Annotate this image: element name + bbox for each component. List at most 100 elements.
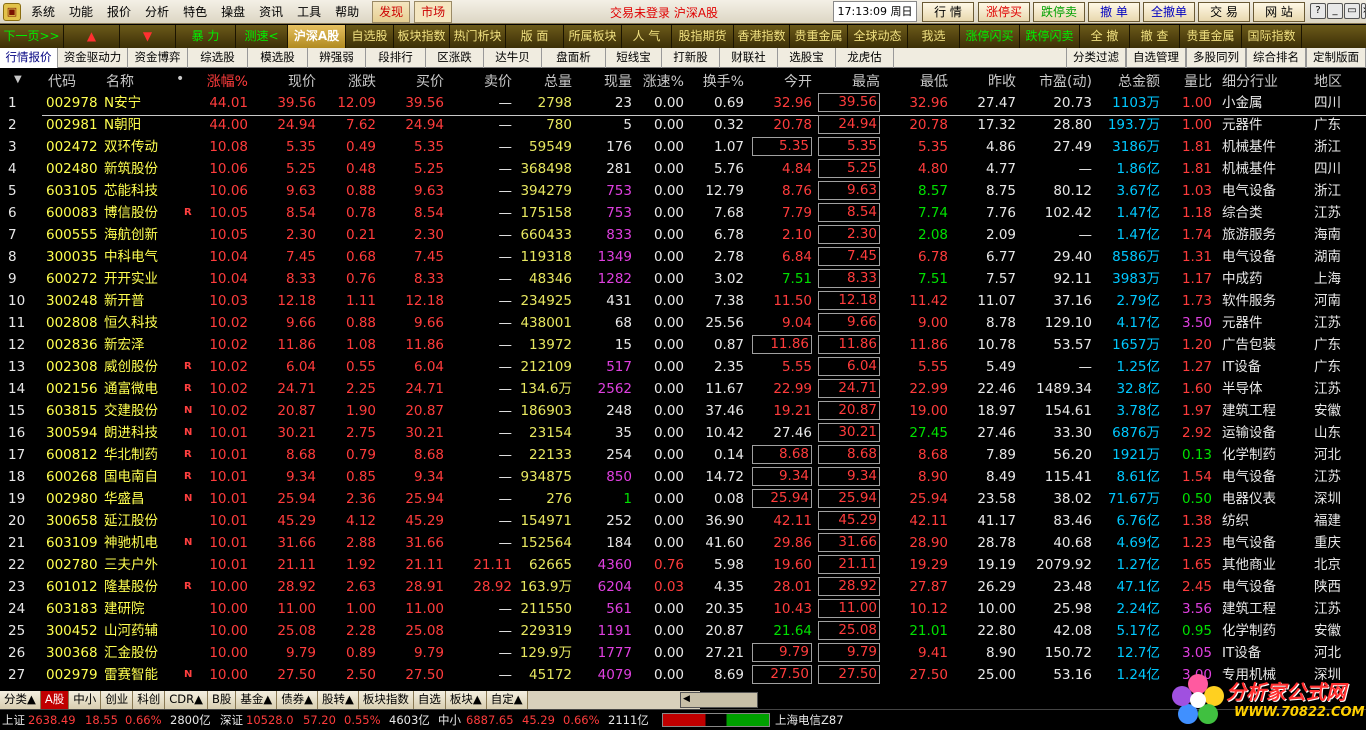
- quickbar-item-18[interactable]: 跌停闪卖: [1020, 25, 1080, 48]
- quickbar-item-7[interactable]: 板块指数: [394, 25, 450, 48]
- table-row[interactable]: 14 002156 通富微电 R 10.02 24.71 2.25 24.71 — 134.6万 2…: [0, 378, 1366, 400]
- column-header-12[interactable]: 今开: [752, 71, 812, 91]
- function-tab-9[interactable]: 盘面析: [542, 48, 606, 68]
- table-row[interactable]: 1 002978 N安宁 44.01 39.56 12.09 39.56 — 2798 23 0.0…: [0, 92, 1366, 116]
- column-header-20[interactable]: 地区: [1314, 71, 1342, 91]
- option-tab-3[interactable]: 综合排名: [1246, 48, 1306, 68]
- table-row[interactable]: 7 600555 海航创新 10.05 2.30 0.21 2.30 — 660433 833 0.…: [0, 224, 1366, 246]
- table-row[interactable]: 19 002980 华盛昌 N 10.01 25.94 2.36 25.94 — 276 1 0.00…: [0, 488, 1366, 510]
- quickbar-item-5[interactable]: 沪深A股: [288, 25, 346, 48]
- column-header-10[interactable]: 涨速%: [636, 71, 684, 91]
- market-tab-7[interactable]: 基金▲: [236, 691, 278, 709]
- quickbar-item-6[interactable]: 自选股: [346, 25, 394, 48]
- column-header-17[interactable]: 总金额: [1096, 71, 1160, 91]
- quickbar-item-20[interactable]: 撤 查: [1130, 25, 1180, 48]
- menu-news[interactable]: 资讯: [252, 1, 290, 23]
- option-tab-2[interactable]: 多股同列: [1186, 48, 1246, 68]
- cancel-all-button[interactable]: 全撤单: [1143, 2, 1195, 22]
- option-tab-1[interactable]: 自选管理: [1126, 48, 1186, 68]
- table-row[interactable]: 17 600812 华北制药 R 10.01 8.68 0.79 8.68 — 22133 254 0…: [0, 444, 1366, 466]
- menu-trading[interactable]: 操盘: [214, 1, 252, 23]
- limit-down-sell-button[interactable]: 跌停卖: [1033, 2, 1085, 22]
- column-header-4[interactable]: 现价: [252, 71, 316, 91]
- market-tab-13[interactable]: 自定▲: [486, 691, 528, 709]
- function-tab-0[interactable]: 行情报价: [0, 48, 58, 68]
- column-header-3[interactable]: 涨幅%: [198, 71, 248, 91]
- market-tab-8[interactable]: 债券▲: [277, 691, 319, 709]
- column-header-16[interactable]: 市盈(动): [1024, 71, 1092, 91]
- help-icon[interactable]: ?: [1310, 3, 1326, 19]
- quickbar-item-12[interactable]: 股指期货: [672, 25, 734, 48]
- close-icon[interactable]: ×: [1361, 3, 1366, 19]
- function-tab-14[interactable]: 龙虎估: [836, 48, 894, 68]
- quote-button[interactable]: 行 情: [922, 2, 974, 22]
- column-header-1[interactable]: 名称: [106, 71, 134, 91]
- market-tab-5[interactable]: CDR▲: [165, 691, 208, 709]
- table-row[interactable]: 24 603183 建研院 10.00 11.00 1.00 11.00 — 211550 561…: [0, 598, 1366, 620]
- table-row[interactable]: 26 300368 汇金股份 10.00 9.79 0.89 9.79 — 129.9万 1777…: [0, 642, 1366, 664]
- menu-analysis[interactable]: 分析: [138, 1, 176, 23]
- table-row[interactable]: 15 603815 交建股份 N 10.02 20.87 1.90 20.87 — 186903 2…: [0, 400, 1366, 422]
- function-tab-2[interactable]: 资金博弈: [128, 48, 188, 68]
- function-tab-6[interactable]: 段排行: [366, 48, 426, 68]
- restore-icon[interactable]: ▭: [1344, 3, 1360, 19]
- function-tab-13[interactable]: 选股宝: [778, 48, 836, 68]
- table-row[interactable]: 6 600083 博信股份 R 10.05 8.54 0.78 8.54 — 175158 753 0…: [0, 202, 1366, 224]
- column-header-5[interactable]: 涨跌: [320, 71, 376, 91]
- quickbar-item-19[interactable]: 全 撤: [1080, 25, 1130, 48]
- column-header-15[interactable]: 昨收: [952, 71, 1016, 91]
- function-tab-1[interactable]: 资金驱动力: [58, 48, 128, 68]
- quickbar-item-21[interactable]: 贵重金属: [1180, 25, 1242, 48]
- table-row[interactable]: 27 002979 雷赛智能 N 10.00 27.50 2.50 27.50 — 45172 40…: [0, 664, 1366, 686]
- option-tab-4[interactable]: 定制版面: [1306, 48, 1366, 68]
- quickbar-item-13[interactable]: 香港指数: [734, 25, 790, 48]
- quickbar-item-17[interactable]: 涨停闪买: [960, 25, 1020, 48]
- table-row[interactable]: 3 002472 双环传动 10.08 5.35 0.49 5.35 — 59549 176 0.0…: [0, 136, 1366, 158]
- option-tab-0[interactable]: 分类过滤: [1066, 48, 1126, 68]
- column-header-2[interactable]: •: [176, 71, 184, 87]
- quickbar-item-9[interactable]: 版 面: [506, 25, 564, 48]
- function-tab-4[interactable]: 模选股: [248, 48, 308, 68]
- quickbar-item-14[interactable]: 贵重金属: [790, 25, 848, 48]
- table-row[interactable]: 22 002780 三夫户外 10.01 21.11 1.92 21.11 21.11 6266…: [0, 554, 1366, 576]
- column-header-6[interactable]: 买价: [384, 71, 444, 91]
- table-row[interactable]: 9 600272 开开实业 10.04 8.33 0.76 8.33 — 48346 1282 0.…: [0, 268, 1366, 290]
- sort-dropdown-icon[interactable]: ▼: [14, 74, 22, 85]
- menu-system[interactable]: 系统: [24, 1, 62, 23]
- menu-tools[interactable]: 工具: [290, 1, 328, 23]
- table-row[interactable]: 21 603109 神驰机电 N 10.01 31.66 2.88 31.66 — 152564 1…: [0, 532, 1366, 554]
- column-header-14[interactable]: 最低: [886, 71, 948, 91]
- function-tab-7[interactable]: 区涨跌: [426, 48, 484, 68]
- column-header-7[interactable]: 卖价: [450, 71, 512, 91]
- quickbar-item-4[interactable]: 测速<: [236, 25, 288, 48]
- table-row[interactable]: 5 603105 芯能科技 10.06 9.63 0.88 9.63 — 394279 753 0.…: [0, 180, 1366, 202]
- column-header-18[interactable]: 量比: [1164, 71, 1212, 91]
- column-header-13[interactable]: 最高: [818, 71, 880, 91]
- column-header-8[interactable]: 总量: [514, 71, 572, 91]
- quickbar-item-1[interactable]: ▲: [64, 25, 120, 48]
- market-tab-0[interactable]: 分类▲: [0, 691, 41, 709]
- table-row[interactable]: 8 300035 中科电气 10.04 7.45 0.68 7.45 — 119318 1349 0…: [0, 246, 1366, 268]
- quickbar-item-8[interactable]: 热门析块: [450, 25, 506, 48]
- quickbar-item-10[interactable]: 所属板块: [564, 25, 622, 48]
- quickbar-item-16[interactable]: 我选: [908, 25, 960, 48]
- menu-special[interactable]: 特色: [176, 1, 214, 23]
- table-row[interactable]: 18 600268 国电南自 R 10.01 9.34 0.85 9.34 — 934875 850…: [0, 466, 1366, 488]
- table-row[interactable]: 16 300594 朗进科技 N 10.01 30.21 2.75 30.21 — 23154 35…: [0, 422, 1366, 444]
- table-row[interactable]: 20 300658 延江股份 10.01 45.29 4.12 45.29 — 154971 25…: [0, 510, 1366, 532]
- tab-discover[interactable]: 发现: [372, 0, 411, 23]
- cancel-order-button[interactable]: 撤 单: [1088, 2, 1140, 22]
- column-header-19[interactable]: 细分行业: [1222, 71, 1278, 91]
- market-tab-4[interactable]: 科创: [133, 691, 166, 709]
- market-tab-11[interactable]: 自选: [413, 691, 446, 709]
- quickbar-item-2[interactable]: ▼: [120, 25, 176, 48]
- function-tab-12[interactable]: 财联社: [720, 48, 778, 68]
- minimize-icon[interactable]: _: [1327, 3, 1343, 19]
- quickbar-item-0[interactable]: 下一页>>: [0, 25, 64, 48]
- table-row[interactable]: 2 002981 N朝阳 44.00 24.94 7.62 24.94 — 780 5 0.00 0.…: [0, 114, 1366, 136]
- menu-help[interactable]: 帮助: [328, 1, 366, 23]
- quickbar-item-15[interactable]: 全球动态: [848, 25, 908, 48]
- table-row[interactable]: 11 002808 恒久科技 10.02 9.66 0.88 9.66 — 438001 68 0.…: [0, 312, 1366, 334]
- website-button[interactable]: 网 站: [1253, 2, 1305, 22]
- table-row[interactable]: 13 002308 威创股份 R 10.02 6.04 0.55 6.04 — 212109 517…: [0, 356, 1366, 378]
